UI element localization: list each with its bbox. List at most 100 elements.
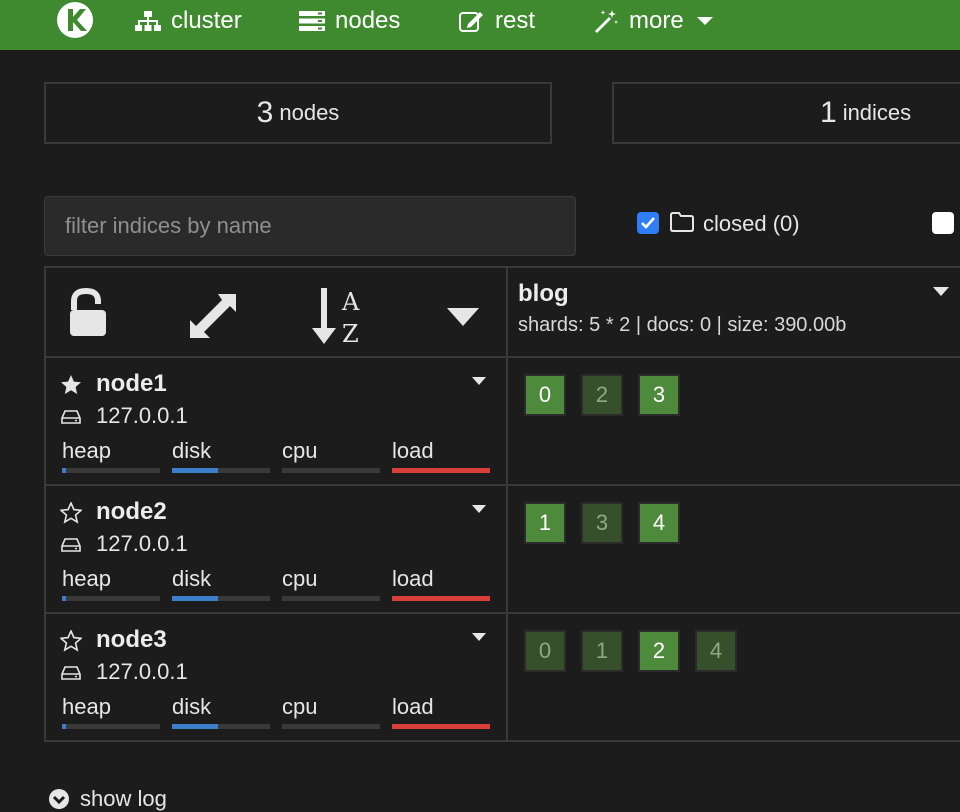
metric-bar-disk	[172, 468, 270, 473]
grid-divider	[506, 266, 508, 742]
metric-bar-disk	[172, 724, 270, 729]
shard-replica[interactable]: 3	[581, 502, 623, 544]
node-ip: 127.0.0.1	[96, 531, 188, 556]
node-name: node1	[96, 370, 167, 397]
metric-bar-fill	[392, 724, 490, 729]
shard-replica[interactable]: 2	[581, 374, 623, 416]
caret-down-icon	[696, 17, 713, 25]
shard-primary[interactable]: 2	[638, 630, 680, 672]
grid-divider	[44, 484, 960, 486]
shard-replica[interactable]: 0	[524, 630, 566, 672]
metric-bar-fill	[62, 596, 66, 601]
shard-primary[interactable]: 3	[638, 374, 680, 416]
nav-more-label: more	[629, 7, 684, 34]
shard-primary[interactable]: 0	[524, 374, 566, 416]
metric-label-load: load	[392, 566, 434, 591]
metric-label-disk: disk	[172, 694, 212, 719]
node-name: node3	[96, 626, 167, 653]
unlock-icon[interactable]	[68, 288, 108, 338]
hdd-icon	[61, 410, 81, 424]
metric-bar-heap	[62, 468, 160, 473]
caret-down-icon[interactable]	[446, 306, 480, 328]
metric-bar-fill	[62, 724, 66, 729]
metric-bar-fill	[392, 468, 490, 473]
metric-bar-fill	[172, 724, 219, 729]
star-icon[interactable]	[60, 374, 82, 396]
caret-down-icon[interactable]	[471, 504, 487, 514]
metric-bar-load	[392, 468, 490, 473]
nav-cluster-label: cluster	[171, 7, 242, 34]
metric-label-load: load	[392, 438, 434, 463]
metric-label-cpu: cpu	[282, 438, 318, 463]
metric-bar-fill	[392, 596, 490, 601]
indices-count-box: 1 indices	[612, 82, 960, 144]
navbar: cluster nodes rest more	[0, 0, 960, 50]
metric-bar-disk	[172, 596, 270, 601]
grid-divider	[44, 740, 960, 742]
shard-replica[interactable]: 4	[695, 630, 737, 672]
unassigned-checkbox[interactable]	[932, 212, 954, 234]
checkmark-icon	[641, 217, 655, 229]
metric-bar-heap	[62, 596, 160, 601]
metric-bar-load	[392, 596, 490, 601]
caret-down-icon[interactable]	[932, 286, 950, 298]
metric-bar-fill	[172, 468, 219, 473]
nav-rest[interactable]: rest	[459, 0, 535, 42]
svg-text:Z: Z	[342, 320, 359, 346]
svg-text:A: A	[341, 288, 360, 316]
star-icon[interactable]	[60, 502, 82, 524]
nodes-count: 3	[256, 96, 274, 129]
caret-down-icon[interactable]	[471, 376, 487, 386]
hdd-icon	[61, 666, 81, 680]
edit-icon	[459, 12, 483, 32]
nodes-count-label: nodes	[279, 100, 340, 125]
nav-nodes-label: nodes	[335, 7, 401, 34]
nav-nodes[interactable]: nodes	[299, 0, 400, 42]
filter-indices-input[interactable]	[44, 196, 576, 256]
metric-label-cpu: cpu	[282, 566, 318, 591]
shard-primary[interactable]: 4	[638, 502, 680, 544]
chevron-down-circle-icon	[49, 789, 69, 809]
nav-more[interactable]: more	[593, 0, 714, 42]
index-info: shards: 5 * 2 | docs: 0 | size: 390.00b	[518, 314, 847, 336]
shard-primary[interactable]: 1	[524, 502, 566, 544]
metric-label-heap: heap	[62, 438, 111, 463]
metric-bar-heap	[62, 724, 160, 729]
shard-replica[interactable]: 1	[581, 630, 623, 672]
node-ip: 127.0.0.1	[96, 659, 188, 684]
sitemap-icon	[135, 11, 161, 31]
metric-label-disk: disk	[172, 566, 212, 591]
index-name[interactable]: blog	[518, 280, 569, 308]
star-icon[interactable]	[60, 630, 82, 652]
grid-divider	[44, 612, 960, 614]
caret-down-icon[interactable]	[471, 632, 487, 642]
hdd-icon	[61, 538, 81, 552]
node-ip: 127.0.0.1	[96, 403, 188, 428]
magic-wand-icon	[595, 10, 618, 33]
nav-cluster[interactable]: cluster	[135, 0, 242, 42]
metric-label-heap: heap	[62, 694, 111, 719]
metric-bar-cpu	[282, 596, 380, 601]
indices-count: 1	[820, 96, 837, 129]
server-icon	[299, 11, 325, 31]
closed-label: closed (0)	[703, 211, 800, 236]
metric-bar-fill	[172, 596, 219, 601]
folder-icon	[670, 212, 694, 232]
metric-label-heap: heap	[62, 566, 111, 591]
metric-label-load: load	[392, 694, 434, 719]
metric-bar-fill	[62, 468, 66, 473]
metric-label-cpu: cpu	[282, 694, 318, 719]
show-log-label: show log	[80, 786, 167, 811]
show-log-toggle[interactable]: show log	[48, 786, 167, 812]
node-name: node2	[96, 498, 167, 525]
nav-rest-label: rest	[495, 7, 536, 34]
metric-label-disk: disk	[172, 438, 212, 463]
sort-alpha-icon[interactable]: A Z	[312, 286, 366, 346]
closed-checkbox[interactable]	[637, 212, 659, 234]
grid-divider	[44, 356, 960, 358]
metric-bar-cpu	[282, 468, 380, 473]
metric-bar-cpu	[282, 724, 380, 729]
expand-icon[interactable]	[188, 292, 238, 340]
nodes-count-box: 3 nodes	[44, 82, 552, 144]
kopf-logo-icon[interactable]	[54, 1, 96, 39]
